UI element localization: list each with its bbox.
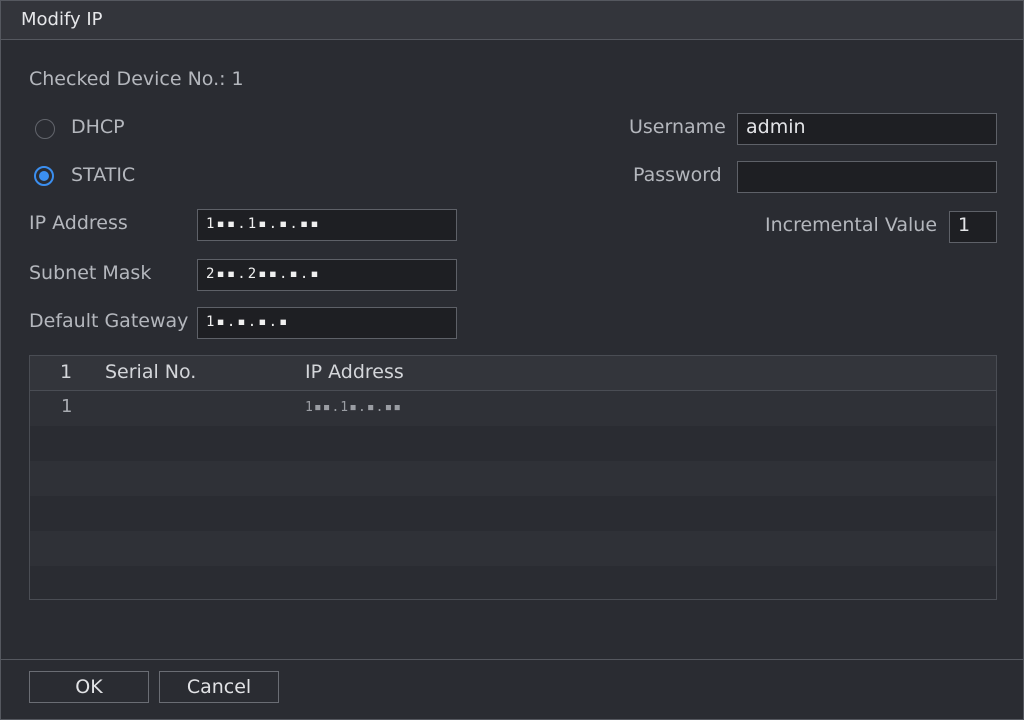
incremental-value-field[interactable]: 1 xyxy=(949,211,997,243)
static-radio[interactable] xyxy=(34,166,54,186)
password-field[interactable] xyxy=(737,161,997,193)
ok-button[interactable]: OK xyxy=(29,671,149,703)
column-header-serial[interactable]: Serial No. xyxy=(105,361,196,383)
table-row[interactable]: 1 1▪▪.1▪.▪.▪▪ xyxy=(30,391,996,426)
password-label: Password xyxy=(633,164,722,186)
dhcp-label[interactable]: DHCP xyxy=(71,116,125,138)
ip-address-field[interactable]: 1▪▪.1▪.▪.▪▪ xyxy=(197,209,457,241)
subnet-mask-field[interactable]: 2▪▪.2▪▪.▪.▪ xyxy=(197,259,457,291)
table-row-empty xyxy=(30,426,996,461)
incremental-value-label: Incremental Value xyxy=(765,214,938,236)
footer-divider xyxy=(1,659,1023,660)
table-row-empty xyxy=(30,496,996,531)
dialog-title: Modify IP xyxy=(21,9,103,30)
username-field[interactable]: admin xyxy=(737,113,997,145)
table-row-empty xyxy=(30,461,996,496)
ip-address-label: IP Address xyxy=(29,212,128,234)
cancel-button[interactable]: Cancel xyxy=(159,671,279,703)
table-header: 1 Serial No. IP Address xyxy=(30,356,996,391)
username-label: Username xyxy=(629,116,726,138)
static-label[interactable]: STATIC xyxy=(71,164,135,186)
table-row-empty xyxy=(30,531,996,566)
default-gateway-field[interactable]: 1▪.▪.▪.▪ xyxy=(197,307,457,339)
row-index: 1 xyxy=(61,396,73,417)
title-bar: Modify IP xyxy=(1,1,1023,40)
row-ip: 1▪▪.1▪.▪.▪▪ xyxy=(305,400,403,415)
subnet-mask-label: Subnet Mask xyxy=(29,262,152,284)
column-header-index[interactable]: 1 xyxy=(60,361,72,383)
modify-ip-dialog: Modify IP Checked Device No.: 1 DHCP STA… xyxy=(0,0,1024,720)
checked-device-label: Checked Device No.: 1 xyxy=(29,68,244,90)
table-row-empty xyxy=(30,566,996,599)
default-gateway-label: Default Gateway xyxy=(29,310,189,332)
device-table: 1 Serial No. IP Address 1 1▪▪.1▪.▪.▪▪ xyxy=(29,355,997,600)
dhcp-radio[interactable] xyxy=(35,119,55,139)
column-header-ip[interactable]: IP Address xyxy=(305,361,404,383)
